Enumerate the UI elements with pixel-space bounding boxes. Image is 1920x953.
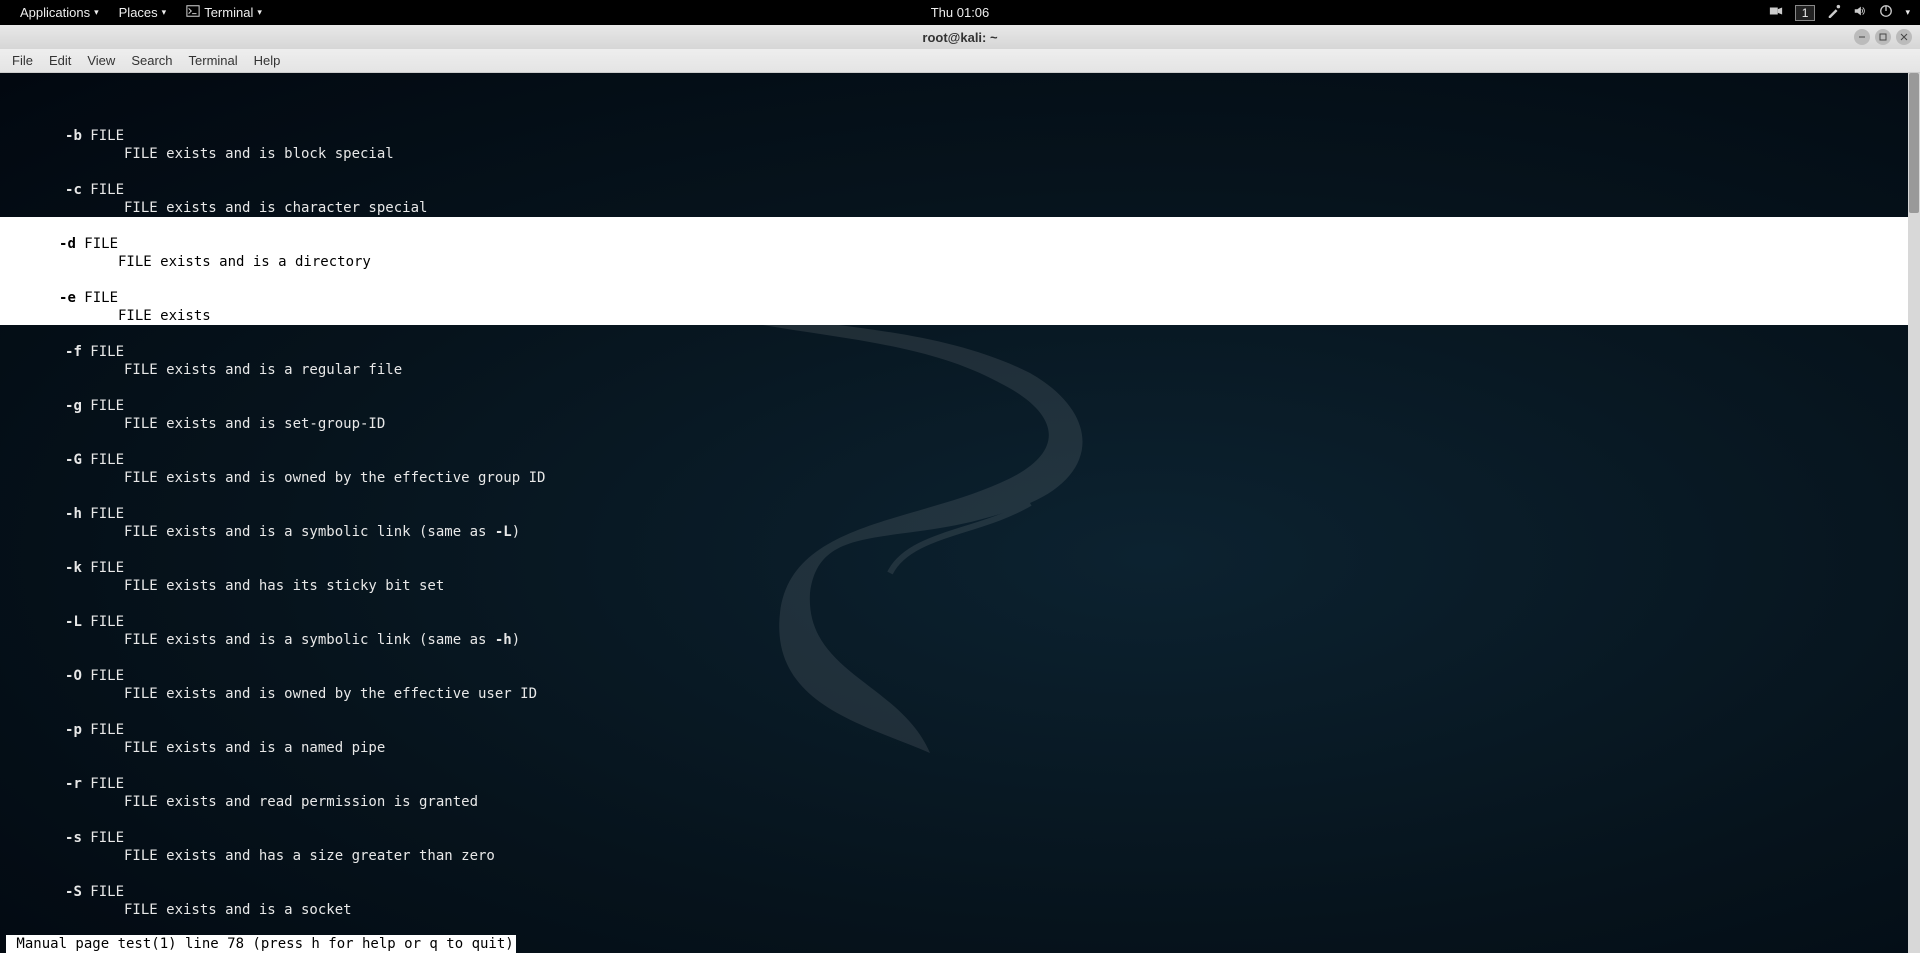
terminal-line bbox=[0, 649, 1920, 667]
terminal-line: -S FILE bbox=[0, 883, 1920, 901]
terminal-line bbox=[0, 487, 1920, 505]
terminal-line: FILE exists and is set-group-ID bbox=[0, 415, 1920, 433]
window-titlebar[interactable]: root@kali: ~ bbox=[0, 25, 1920, 49]
menu-view[interactable]: View bbox=[79, 53, 123, 68]
menu-help[interactable]: Help bbox=[246, 53, 289, 68]
terminal-line: FILE exists and is owned by the effectiv… bbox=[0, 469, 1920, 487]
terminal-line: -c FILE bbox=[0, 181, 1920, 199]
terminal-line bbox=[0, 541, 1920, 559]
terminal-app-label: Terminal bbox=[204, 5, 253, 20]
terminal-line: FILE exists and is a named pipe bbox=[0, 739, 1920, 757]
terminal-line bbox=[0, 433, 1920, 451]
workspace-indicator[interactable]: 1 bbox=[1795, 5, 1816, 21]
terminal-line bbox=[0, 379, 1920, 397]
menu-search[interactable]: Search bbox=[123, 53, 180, 68]
terminal-line bbox=[0, 703, 1920, 721]
applications-menu[interactable]: Applications ▾ bbox=[10, 5, 109, 20]
scrollbar[interactable] bbox=[1908, 73, 1920, 953]
terminal-line: FILE exists and is a symbolic link (same… bbox=[0, 631, 1920, 649]
scrollbar-thumb[interactable] bbox=[1909, 73, 1919, 213]
terminal-line bbox=[0, 325, 1920, 343]
terminal-line: FILE exists and has a size greater than … bbox=[0, 847, 1920, 865]
video-record-icon[interactable] bbox=[1769, 4, 1783, 21]
chevron-down-icon: ▾ bbox=[257, 7, 262, 18]
minimize-button[interactable] bbox=[1854, 29, 1870, 45]
terminal-line: -g FILE bbox=[0, 397, 1920, 415]
menu-file[interactable]: File bbox=[4, 53, 41, 68]
power-icon[interactable] bbox=[1879, 4, 1893, 21]
terminal-line bbox=[0, 865, 1920, 883]
terminal-icon bbox=[186, 4, 200, 21]
maximize-button[interactable] bbox=[1875, 29, 1891, 45]
selection: -d FILE FILE exists and is a directory -… bbox=[0, 217, 1912, 325]
terminal-line bbox=[0, 811, 1920, 829]
chevron-down-icon: ▾ bbox=[162, 7, 167, 18]
terminal-content: -b FILE FILE exists and is block special… bbox=[0, 127, 1920, 953]
terminal-app-menu[interactable]: Terminal ▾ bbox=[176, 4, 272, 21]
close-button[interactable] bbox=[1896, 29, 1912, 45]
terminal-line: FILE exists and is a socket bbox=[0, 901, 1920, 919]
places-menu[interactable]: Places ▾ bbox=[109, 5, 177, 20]
terminal-viewport[interactable]: -b FILE FILE exists and is block special… bbox=[0, 73, 1920, 953]
menu-edit[interactable]: Edit bbox=[41, 53, 79, 68]
terminal-line: -G FILE bbox=[0, 451, 1920, 469]
terminal-line: FILE exists and is character special bbox=[0, 199, 1920, 217]
terminal-line: -k FILE bbox=[0, 559, 1920, 577]
color-picker-icon[interactable] bbox=[1827, 4, 1841, 21]
terminal-line: FILE exists and is block special bbox=[0, 145, 1920, 163]
terminal-line bbox=[0, 595, 1920, 613]
terminal-line: FILE exists and has its sticky bit set bbox=[0, 577, 1920, 595]
volume-icon[interactable] bbox=[1853, 4, 1867, 21]
gnome-top-bar: Applications ▾ Places ▾ Terminal ▾ Thu 0… bbox=[0, 0, 1920, 25]
man-status-line: Manual page test(1) line 78 (press h for… bbox=[6, 935, 516, 953]
chevron-down-icon: ▾ bbox=[94, 7, 99, 18]
terminal-line: FILE exists and read permission is grant… bbox=[0, 793, 1920, 811]
terminal-line: FILE exists and is owned by the effectiv… bbox=[0, 685, 1920, 703]
terminal-line: -r FILE bbox=[0, 775, 1920, 793]
terminal-line: FILE exists and is a symbolic link (same… bbox=[0, 523, 1920, 541]
terminal-line: -b FILE bbox=[0, 127, 1920, 145]
terminal-line: -p FILE bbox=[0, 721, 1920, 739]
terminal-line: -h FILE bbox=[0, 505, 1920, 523]
menu-terminal[interactable]: Terminal bbox=[181, 53, 246, 68]
window-title: root@kali: ~ bbox=[922, 30, 997, 45]
terminal-line bbox=[0, 163, 1920, 181]
window-controls bbox=[1854, 29, 1920, 45]
applications-label: Applications bbox=[20, 5, 90, 20]
clock[interactable]: Thu 01:06 bbox=[931, 5, 990, 20]
top-bar-right: 1 ▾ bbox=[1769, 4, 1920, 21]
terminal-line: FILE exists and is a regular file bbox=[0, 361, 1920, 379]
terminal-menubar: File Edit View Search Terminal Help bbox=[0, 49, 1920, 73]
terminal-line: -O FILE bbox=[0, 667, 1920, 685]
places-label: Places bbox=[119, 5, 158, 20]
chevron-down-icon[interactable]: ▾ bbox=[1905, 7, 1910, 18]
terminal-line: -s FILE bbox=[0, 829, 1920, 847]
top-bar-left: Applications ▾ Places ▾ Terminal ▾ bbox=[0, 4, 272, 21]
terminal-line bbox=[0, 757, 1920, 775]
terminal-line: -L FILE bbox=[0, 613, 1920, 631]
terminal-line: -f FILE bbox=[0, 343, 1920, 361]
